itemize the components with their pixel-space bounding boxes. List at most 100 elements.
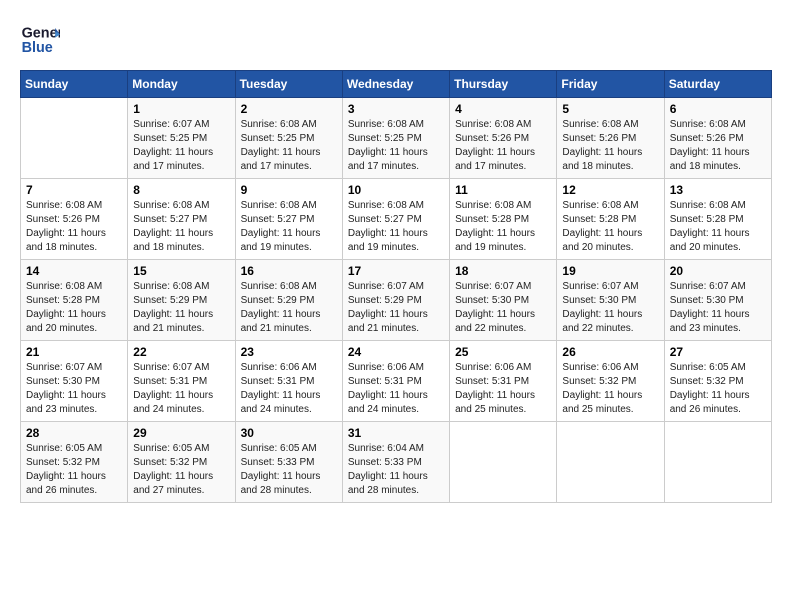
- day-number: 8: [133, 183, 229, 197]
- day-number: 10: [348, 183, 444, 197]
- day-info: Sunrise: 6:08 AM Sunset: 5:26 PM Dayligh…: [562, 118, 658, 174]
- calendar-cell: 16 Sunrise: 6:08 AM Sunset: 5:29 PM Dayli…: [235, 260, 342, 341]
- day-info: Sunrise: 6:05 AM Sunset: 5:33 PM Dayligh…: [241, 442, 337, 498]
- week-row-1: 7 Sunrise: 6:08 AM Sunset: 5:26 PM Daylig…: [21, 179, 772, 260]
- day-number: 3: [348, 102, 444, 116]
- day-info: Sunrise: 6:06 AM Sunset: 5:31 PM Dayligh…: [348, 361, 444, 417]
- header-cell-sunday: Sunday: [21, 71, 128, 98]
- day-number: 4: [455, 102, 551, 116]
- day-info: Sunrise: 6:08 AM Sunset: 5:25 PM Dayligh…: [241, 118, 337, 174]
- day-number: 18: [455, 264, 551, 278]
- calendar-cell: [557, 422, 664, 503]
- day-info: Sunrise: 6:07 AM Sunset: 5:29 PM Dayligh…: [348, 280, 444, 336]
- day-number: 22: [133, 345, 229, 359]
- calendar-cell: 1 Sunrise: 6:07 AM Sunset: 5:25 PM Daylig…: [128, 98, 235, 179]
- day-info: Sunrise: 6:05 AM Sunset: 5:32 PM Dayligh…: [26, 442, 122, 498]
- calendar-cell: 14 Sunrise: 6:08 AM Sunset: 5:28 PM Dayli…: [21, 260, 128, 341]
- day-info: Sunrise: 6:07 AM Sunset: 5:25 PM Dayligh…: [133, 118, 229, 174]
- day-number: 14: [26, 264, 122, 278]
- calendar-cell: 28Sunrise: 6:05 AM Sunset: 5:32 PM Dayli…: [21, 422, 128, 503]
- day-info: Sunrise: 6:07 AM Sunset: 5:30 PM Dayligh…: [562, 280, 658, 336]
- day-info: Sunrise: 6:06 AM Sunset: 5:32 PM Dayligh…: [562, 361, 658, 417]
- day-info: Sunrise: 6:08 AM Sunset: 5:26 PM Dayligh…: [455, 118, 551, 174]
- header-cell-monday: Monday: [128, 71, 235, 98]
- header: General Blue: [20, 20, 772, 60]
- day-number: 29: [133, 426, 229, 440]
- day-number: 16: [241, 264, 337, 278]
- day-number: 24: [348, 345, 444, 359]
- calendar-cell: 6 Sunrise: 6:08 AM Sunset: 5:26 PM Daylig…: [664, 98, 771, 179]
- day-number: 6: [670, 102, 766, 116]
- calendar-cell: 5 Sunrise: 6:08 AM Sunset: 5:26 PM Daylig…: [557, 98, 664, 179]
- calendar-cell: 8 Sunrise: 6:08 AM Sunset: 5:27 PM Daylig…: [128, 179, 235, 260]
- day-number: 13: [670, 183, 766, 197]
- day-number: 21: [26, 345, 122, 359]
- calendar-cell: 29 Sunrise: 6:05 AM Sunset: 5:32 PM Dayli…: [128, 422, 235, 503]
- week-row-2: 14 Sunrise: 6:08 AM Sunset: 5:28 PM Dayli…: [21, 260, 772, 341]
- day-number: 23: [241, 345, 337, 359]
- day-number: 9: [241, 183, 337, 197]
- logo: General Blue: [20, 20, 64, 60]
- day-number: 2: [241, 102, 337, 116]
- calendar-cell: 4 Sunrise: 6:08 AM Sunset: 5:26 PM Daylig…: [450, 98, 557, 179]
- day-info: Sunrise: 6:08 AM Sunset: 5:26 PM Dayligh…: [670, 118, 766, 174]
- calendar-cell: 10Sunrise: 6:08 AM Sunset: 5:27 PM Dayli…: [342, 179, 449, 260]
- day-info: Sunrise: 6:08 AM Sunset: 5:27 PM Dayligh…: [241, 199, 337, 255]
- day-number: 20: [670, 264, 766, 278]
- day-info: Sunrise: 6:08 AM Sunset: 5:26 PM Dayligh…: [26, 199, 122, 255]
- calendar-cell: 17Sunrise: 6:07 AM Sunset: 5:29 PM Dayli…: [342, 260, 449, 341]
- day-info: Sunrise: 6:08 AM Sunset: 5:25 PM Dayligh…: [348, 118, 444, 174]
- calendar-cell: 25 Sunrise: 6:06 AM Sunset: 5:31 PM Dayli…: [450, 341, 557, 422]
- day-info: Sunrise: 6:05 AM Sunset: 5:32 PM Dayligh…: [133, 442, 229, 498]
- header-cell-friday: Friday: [557, 71, 664, 98]
- day-info: Sunrise: 6:06 AM Sunset: 5:31 PM Dayligh…: [455, 361, 551, 417]
- calendar-cell: 21 Sunrise: 6:07 AM Sunset: 5:30 PM Dayli…: [21, 341, 128, 422]
- calendar-cell: 18 Sunrise: 6:07 AM Sunset: 5:30 PM Dayli…: [450, 260, 557, 341]
- day-number: 31: [348, 426, 444, 440]
- day-info: Sunrise: 6:08 AM Sunset: 5:29 PM Dayligh…: [241, 280, 337, 336]
- day-info: Sunrise: 6:05 AM Sunset: 5:32 PM Dayligh…: [670, 361, 766, 417]
- day-info: Sunrise: 6:07 AM Sunset: 5:30 PM Dayligh…: [670, 280, 766, 336]
- calendar-cell: [664, 422, 771, 503]
- day-info: Sunrise: 6:08 AM Sunset: 5:28 PM Dayligh…: [26, 280, 122, 336]
- day-info: Sunrise: 6:07 AM Sunset: 5:30 PM Dayligh…: [26, 361, 122, 417]
- day-number: 5: [562, 102, 658, 116]
- week-row-4: 28Sunrise: 6:05 AM Sunset: 5:32 PM Dayli…: [21, 422, 772, 503]
- calendar-cell: 7 Sunrise: 6:08 AM Sunset: 5:26 PM Daylig…: [21, 179, 128, 260]
- day-info: Sunrise: 6:08 AM Sunset: 5:28 PM Dayligh…: [670, 199, 766, 255]
- day-info: Sunrise: 6:08 AM Sunset: 5:28 PM Dayligh…: [562, 199, 658, 255]
- calendar-cell: 3 Sunrise: 6:08 AM Sunset: 5:25 PM Daylig…: [342, 98, 449, 179]
- calendar-cell: [21, 98, 128, 179]
- header-row: SundayMondayTuesdayWednesdayThursdayFrid…: [21, 71, 772, 98]
- day-number: 26: [562, 345, 658, 359]
- calendar-table: SundayMondayTuesdayWednesdayThursdayFrid…: [20, 70, 772, 503]
- day-number: 1: [133, 102, 229, 116]
- calendar-cell: 24 Sunrise: 6:06 AM Sunset: 5:31 PM Dayli…: [342, 341, 449, 422]
- day-info: Sunrise: 6:08 AM Sunset: 5:27 PM Dayligh…: [133, 199, 229, 255]
- day-info: Sunrise: 6:04 AM Sunset: 5:33 PM Dayligh…: [348, 442, 444, 498]
- day-info: Sunrise: 6:08 AM Sunset: 5:28 PM Dayligh…: [455, 199, 551, 255]
- day-info: Sunrise: 6:07 AM Sunset: 5:31 PM Dayligh…: [133, 361, 229, 417]
- day-number: 30: [241, 426, 337, 440]
- svg-text:Blue: Blue: [22, 40, 53, 56]
- calendar-cell: 15Sunrise: 6:08 AM Sunset: 5:29 PM Dayli…: [128, 260, 235, 341]
- header-cell-saturday: Saturday: [664, 71, 771, 98]
- calendar-cell: 9 Sunrise: 6:08 AM Sunset: 5:27 PM Daylig…: [235, 179, 342, 260]
- header-cell-wednesday: Wednesday: [342, 71, 449, 98]
- day-number: 19: [562, 264, 658, 278]
- calendar-cell: 12Sunrise: 6:08 AM Sunset: 5:28 PM Dayli…: [557, 179, 664, 260]
- calendar-cell: 31 Sunrise: 6:04 AM Sunset: 5:33 PM Dayli…: [342, 422, 449, 503]
- day-number: 25: [455, 345, 551, 359]
- calendar-cell: 20 Sunrise: 6:07 AM Sunset: 5:30 PM Dayli…: [664, 260, 771, 341]
- calendar-cell: 19 Sunrise: 6:07 AM Sunset: 5:30 PM Dayli…: [557, 260, 664, 341]
- week-row-3: 21 Sunrise: 6:07 AM Sunset: 5:30 PM Dayli…: [21, 341, 772, 422]
- logo-icon: General Blue: [20, 20, 60, 60]
- calendar-body: 1 Sunrise: 6:07 AM Sunset: 5:25 PM Daylig…: [21, 98, 772, 503]
- svg-text:General: General: [22, 26, 60, 42]
- week-row-0: 1 Sunrise: 6:07 AM Sunset: 5:25 PM Daylig…: [21, 98, 772, 179]
- day-number: 27: [670, 345, 766, 359]
- calendar-header: SundayMondayTuesdayWednesdayThursdayFrid…: [21, 71, 772, 98]
- day-info: Sunrise: 6:07 AM Sunset: 5:30 PM Dayligh…: [455, 280, 551, 336]
- header-cell-thursday: Thursday: [450, 71, 557, 98]
- day-number: 7: [26, 183, 122, 197]
